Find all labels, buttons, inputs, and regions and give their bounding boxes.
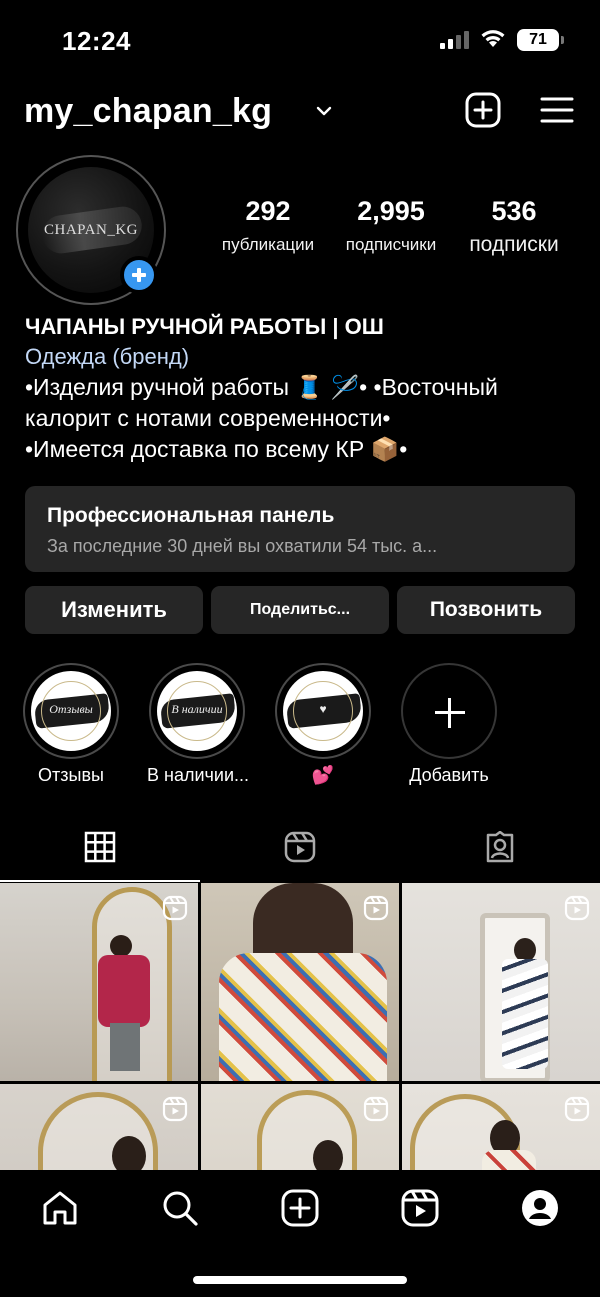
post-thumbnail[interactable] — [402, 1084, 600, 1170]
profile-header: my_chapan_kg — [0, 88, 600, 138]
person-coat — [482, 1150, 536, 1170]
highlight-reviews[interactable]: Отзывы Отзывы — [21, 663, 121, 786]
hamburger-menu-icon[interactable] — [540, 96, 574, 124]
highlight-cover-ring[interactable]: ♥ — [275, 663, 371, 759]
nav-search[interactable] — [160, 1188, 200, 1228]
person-head — [313, 1140, 343, 1170]
highlight-cover-heart: ♥ — [319, 702, 327, 716]
call-button[interactable]: Позвонить — [397, 586, 575, 634]
nav-reels[interactable] — [400, 1188, 440, 1228]
bio-line: •Изделия ручной работы 🧵 🪡• •Восточный — [25, 374, 498, 400]
status-bar: 12:24 71 — [0, 0, 600, 80]
stat-followers[interactable]: 2,995 подписчики — [332, 196, 450, 255]
person-head — [110, 935, 132, 957]
grid-icon — [84, 831, 116, 863]
add-story-plus-icon[interactable] — [120, 256, 158, 294]
stat-posts-count: 292 — [245, 196, 291, 226]
highlight-label: Добавить — [409, 765, 489, 785]
stat-followers-count: 2,995 — [357, 196, 425, 226]
stat-following-count: 536 — [491, 196, 537, 226]
highlight-cover-text: Отзывы — [49, 702, 93, 716]
reels-icon — [284, 831, 316, 863]
home-icon — [43, 1191, 77, 1225]
avatar-logo-text: CHAPAN_KG — [44, 222, 138, 238]
stat-following[interactable]: 536 подписки — [454, 196, 574, 257]
highlight-hearts[interactable]: ♥ 💕 — [273, 663, 373, 786]
username-switcher[interactable]: my_chapan_kg — [24, 92, 272, 131]
highlight-cover: В наличии — [157, 671, 237, 751]
chevron-down-icon[interactable] — [313, 100, 335, 122]
highlight-cover-ring[interactable]: Отзывы — [23, 663, 119, 759]
highlight-cover-ring[interactable]: В наличии — [149, 663, 245, 759]
status-time: 12:24 — [62, 26, 131, 56]
reels-icon — [401, 1189, 439, 1227]
reel-indicator-icon — [564, 895, 590, 921]
profile-display-name: ЧАПАНЫ РУЧНОЙ РАБОТЫ | ОШ — [25, 314, 384, 339]
nav-home[interactable] — [40, 1188, 80, 1228]
create-post-icon — [281, 1189, 319, 1227]
person-robe — [502, 959, 548, 1069]
profile-avatar-icon — [522, 1190, 558, 1226]
post-thumbnail[interactable] — [0, 883, 198, 1081]
stat-followers-label: подписчики — [345, 235, 437, 254]
highlight-cover: ♥ — [283, 671, 363, 751]
new-post-icon[interactable] — [465, 92, 501, 128]
person-printed-coat — [219, 953, 387, 1081]
reel-indicator-icon — [363, 895, 389, 921]
bio-line: калорит с нотами современности• — [25, 405, 391, 431]
highlight-label: В наличии... — [147, 765, 250, 785]
highlight-in-stock[interactable]: В наличии В наличии... — [147, 663, 250, 786]
reel-indicator-icon — [162, 1096, 188, 1122]
home-indicator[interactable] — [193, 1276, 407, 1284]
post-thumbnail[interactable] — [402, 883, 600, 1081]
tab-reels[interactable] — [200, 822, 400, 882]
profile-content-tabs — [0, 822, 600, 882]
stat-posts-label: публикации — [221, 235, 315, 254]
person-jeans — [110, 1023, 140, 1071]
posts-grid — [0, 883, 600, 1170]
tab-tagged[interactable] — [400, 822, 600, 882]
highlight-label: 💕 — [311, 765, 335, 785]
post-thumbnail[interactable] — [201, 883, 399, 1081]
dashboard-subtitle: За последние 30 дней вы охватили 54 тыс.… — [47, 536, 438, 556]
search-icon — [163, 1191, 198, 1226]
stat-posts[interactable]: 292 публикации — [208, 196, 328, 255]
reel-indicator-icon — [564, 1096, 590, 1122]
highlight-cover: Отзывы — [31, 671, 111, 751]
edit-profile-button[interactable]: Изменить — [25, 586, 203, 634]
person-coat — [98, 955, 150, 1027]
wifi-icon — [481, 30, 505, 47]
highlight-cover-text: В наличии — [171, 702, 223, 716]
tagged-icon — [486, 831, 514, 863]
share-profile-button[interactable]: Поделитьс... — [211, 586, 389, 634]
dashboard-title: Профессиональная панель — [47, 504, 335, 527]
professional-dashboard-card[interactable]: Профессиональная панель За последние 30 … — [25, 486, 575, 572]
nav-create[interactable] — [280, 1188, 320, 1228]
highlight-label: Отзывы — [38, 765, 104, 785]
cellular-signal-icon — [440, 31, 469, 49]
profile-category-link[interactable]: Одежда (бренд) — [25, 342, 585, 372]
battery-indicator: 71 — [517, 29, 564, 51]
highlight-add-new[interactable]: Добавить — [399, 663, 499, 786]
profile-bio: ЧАПАНЫ РУЧНОЙ РАБОТЫ | ОШ Одежда (бренд)… — [25, 313, 585, 465]
post-thumbnail[interactable] — [0, 1084, 198, 1170]
person-head — [112, 1136, 146, 1170]
reel-indicator-icon — [162, 895, 188, 921]
plus-icon[interactable] — [401, 663, 497, 759]
reel-indicator-icon — [363, 1096, 389, 1122]
nav-profile[interactable] — [520, 1188, 560, 1228]
post-thumbnail[interactable] — [201, 1084, 399, 1170]
tab-posts-grid[interactable] — [0, 822, 200, 882]
bio-line: •Имеется доставка по всему КР 📦• — [25, 436, 408, 462]
stat-following-label: подписки — [469, 233, 559, 256]
